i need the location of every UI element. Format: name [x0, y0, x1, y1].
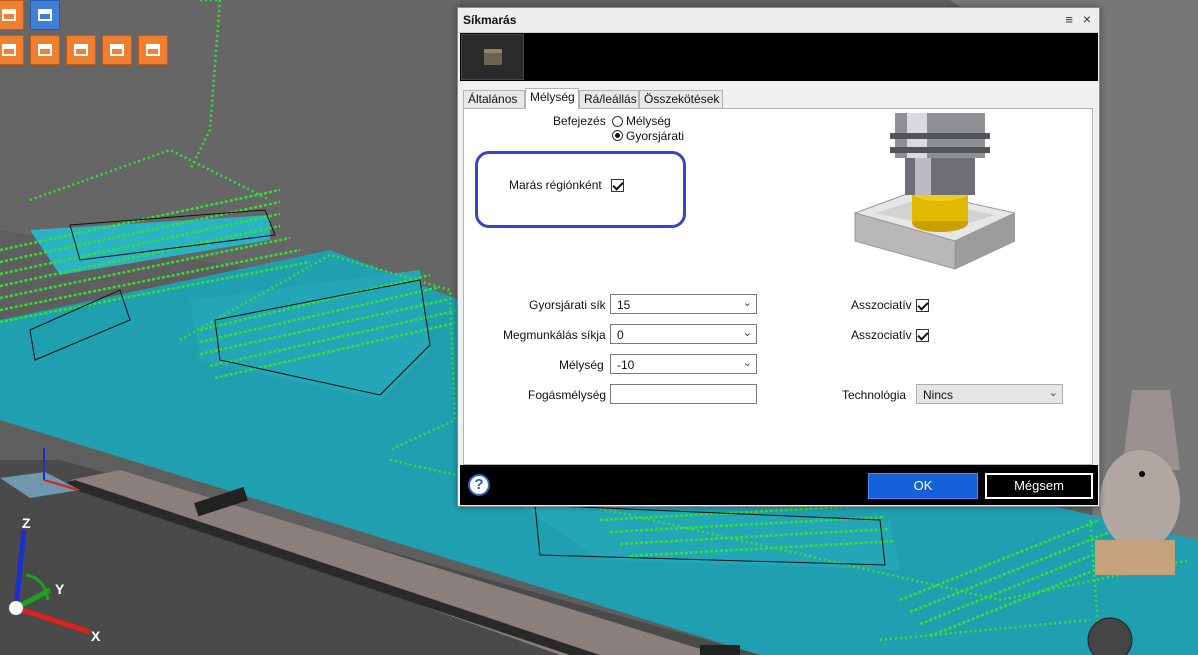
close-icon[interactable]: × — [1083, 11, 1091, 27]
rapid-plane-select[interactable]: 15 ⌄ — [610, 294, 757, 314]
region-milling-label: Marás régiónként — [509, 178, 602, 192]
cancel-button[interactable]: Mégsem — [985, 473, 1093, 499]
chevron-down-icon: ⌄ — [742, 297, 752, 309]
machining-plane-value: 0 — [617, 328, 624, 342]
tab-approach-retract[interactable]: Rá/leállás — [579, 90, 639, 108]
finish-rapid-radio[interactable] — [612, 130, 623, 141]
toolbar-machine-icon-4[interactable] — [30, 35, 60, 65]
toolbar-machine-icon-6[interactable] — [102, 35, 132, 65]
technology-value: Nincs — [923, 388, 954, 402]
associative-label-2: Asszociatív — [851, 328, 912, 342]
rapid-plane-label: Gyorsjárati sík — [529, 298, 606, 312]
dialog-title: Síkmarás — [463, 13, 517, 27]
associative-checkbox-2[interactable] — [916, 329, 929, 342]
face-milling-dialog: Síkmarás ≡ × Általános Mélység Rá/leállá… — [457, 7, 1100, 507]
axis-label-z: Z — [22, 515, 31, 531]
chevron-down-icon: ⌄ — [1048, 387, 1058, 399]
finish-rapid-radio-label[interactable]: Gyorsjárati — [626, 129, 684, 143]
ok-button[interactable]: OK — [868, 473, 978, 499]
depth-tab-panel: Befejezés Mélység Gyorsjárati Marás régi… — [463, 108, 1093, 465]
associative-label-1: Asszociatív — [851, 298, 912, 312]
tab-links[interactable]: Összekötések — [639, 90, 723, 108]
rapid-plane-value: 15 — [617, 298, 631, 312]
axis-label-y: Y — [55, 581, 65, 597]
depth-value: -10 — [617, 358, 635, 372]
machining-plane-label: Megmunkálás síkja — [503, 328, 606, 342]
technology-label: Technológia — [842, 388, 907, 402]
tool-illustration — [853, 113, 1015, 270]
operation-thumbnail-icon — [461, 34, 524, 80]
associative-checkbox-1[interactable] — [916, 299, 929, 312]
finish-depth-radio-label[interactable]: Mélység — [626, 114, 671, 128]
toolbar-machine-icon-2[interactable] — [30, 0, 60, 30]
toolbar-machine-icon-5[interactable] — [66, 35, 96, 65]
step-depth-label: Fogásmélység — [528, 388, 607, 402]
axis-label-x: X — [91, 628, 101, 644]
help-icon[interactable]: ? — [468, 474, 490, 496]
toolbar-machine-icon-7[interactable] — [138, 35, 168, 65]
depth-label: Mélység — [559, 358, 604, 372]
dialog-header-bar — [460, 33, 1098, 81]
chevron-down-icon: ⌄ — [742, 357, 752, 369]
tab-general[interactable]: Általános — [463, 90, 525, 108]
menu-icon[interactable]: ≡ — [1065, 12, 1073, 27]
depth-select[interactable]: -10 ⌄ — [610, 354, 757, 374]
chevron-down-icon: ⌄ — [742, 327, 752, 339]
dialog-footer: ? OK Mégsem — [460, 465, 1098, 505]
tab-depth[interactable]: Mélység — [525, 88, 579, 109]
finish-label: Befejezés — [553, 114, 606, 128]
step-depth-input[interactable] — [610, 384, 757, 404]
region-milling-checkbox[interactable] — [611, 179, 624, 192]
dialog-titlebar[interactable]: Síkmarás ≡ × — [458, 8, 1099, 33]
finish-depth-radio[interactable] — [612, 116, 623, 127]
technology-select[interactable]: Nincs ⌄ — [916, 384, 1063, 404]
toolbar-machine-icon-3[interactable] — [0, 35, 24, 65]
toolbar-machine-icon-1[interactable] — [0, 0, 24, 30]
machining-plane-select[interactable]: 0 ⌄ — [610, 324, 757, 344]
